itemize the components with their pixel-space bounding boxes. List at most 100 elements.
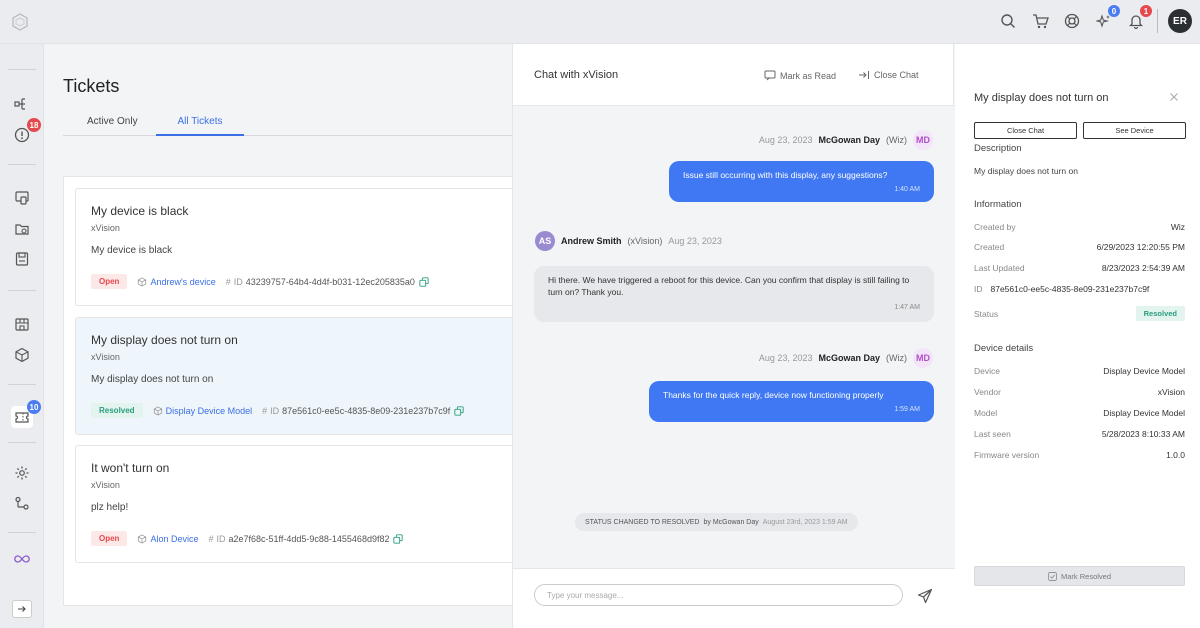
nav-divider xyxy=(8,384,36,385)
message-bubble-outgoing: Issue still occurring with this display,… xyxy=(669,161,934,202)
close-chat-button[interactable]: Close Chat xyxy=(858,70,919,80)
message-header: Aug 23, 2023 McGowan Day (Wiz) MD xyxy=(759,130,933,150)
copy-icon[interactable] xyxy=(419,276,429,287)
message-time: 1:47 AM xyxy=(894,303,920,311)
status-change-by: by McGowan Day xyxy=(703,518,759,526)
ticket-title: It won't turn on xyxy=(91,461,170,475)
id-label: ID xyxy=(216,533,226,544)
expand-nav-button[interactable] xyxy=(12,600,32,618)
id-value: 43239757-64b4-4d4f-b031-12ec205835a0 xyxy=(245,276,415,287)
device-link[interactable]: Display Device Model xyxy=(153,406,252,416)
bell-icon[interactable]: 1 xyxy=(1125,5,1152,32)
value: 8/23/2023 2:54:39 AM xyxy=(1101,263,1185,273)
ticket-card[interactable]: It won't turn on xVision plz help! Open … xyxy=(75,445,512,563)
package-icon[interactable] xyxy=(11,344,33,366)
device-name: Alon Device xyxy=(150,533,199,544)
description-heading: Description xyxy=(974,143,1022,154)
message-text: Issue still occurring with this display,… xyxy=(683,170,888,180)
mark-resolved-button[interactable]: Mark Resolved xyxy=(974,566,1185,586)
id-value: a2e7f68c-51ff-4dd5-9c88-1455468d9f82 xyxy=(228,533,390,544)
support-icon[interactable] xyxy=(1061,10,1083,32)
info-id: ID 87e561c0-ee5c-4835-8e09-231e237b7c9f xyxy=(974,284,1185,294)
mark-as-read-label: Mark as Read xyxy=(780,70,837,81)
user-avatar[interactable]: ER xyxy=(1168,9,1192,33)
ticket-card[interactable]: My device is black xVision My device is … xyxy=(75,188,512,306)
message-role: (xVision) xyxy=(627,236,663,246)
mark-resolved-label: Mark Resolved xyxy=(1060,571,1112,581)
copy-icon[interactable] xyxy=(393,533,404,544)
sparkle-badge: 0 xyxy=(1108,5,1120,17)
device-link[interactable]: Andrew's device xyxy=(137,276,216,287)
message-time: 1:59 AM xyxy=(894,406,920,413)
ticket-id: # ID a2e7f68c-51ff-4dd5-9c88-1455468d9f8… xyxy=(208,534,389,544)
folder-icon[interactable] xyxy=(11,218,33,240)
copy-icon[interactable] xyxy=(454,405,464,416)
mark-read-icon xyxy=(764,70,776,81)
ticket-description: My device is black xyxy=(91,245,173,256)
settings-icon[interactable] xyxy=(11,462,33,484)
nav-divider xyxy=(8,164,36,165)
cube-icon xyxy=(138,534,147,543)
mark-as-read-button[interactable]: Mark as Read xyxy=(764,70,836,81)
message-input[interactable] xyxy=(534,584,903,606)
logo-icon[interactable] xyxy=(10,12,30,32)
infinity-icon[interactable] xyxy=(11,548,33,570)
cube-icon xyxy=(153,406,162,415)
search-icon[interactable] xyxy=(997,10,1019,32)
details-title: My display does not turn on xyxy=(974,92,1109,104)
nav-divider xyxy=(8,442,36,443)
store-icon[interactable] xyxy=(11,313,33,335)
status-badge: Open xyxy=(91,531,128,546)
sparkle-icon[interactable]: 0 xyxy=(1093,5,1120,32)
info-last-updated: Last Updated 8/23/2023 2:54:39 AM xyxy=(974,263,1185,273)
close-chat-button[interactable]: Close Chat xyxy=(974,122,1077,139)
message-author: Andrew Smith xyxy=(561,236,622,246)
chat-title: Chat with xVision xyxy=(534,69,619,81)
cube-icon xyxy=(138,277,147,286)
status-badge: Open xyxy=(91,274,128,289)
tickets-icon[interactable]: 10 xyxy=(11,400,41,428)
alert-icon[interactable]: 18 xyxy=(11,118,41,146)
id-label: ID xyxy=(270,405,280,416)
tickets-pane: Tickets Active Only All Tickets My devic… xyxy=(44,44,512,628)
status-change-date: August 23rd, 2023 1:59 AM xyxy=(762,518,848,526)
information-heading: Information xyxy=(974,199,1022,210)
cart-icon[interactable] xyxy=(1029,10,1051,32)
message-date: Aug 23, 2023 xyxy=(668,236,722,246)
vendor-row: Vendor xVision xyxy=(974,387,1185,397)
divider xyxy=(1157,9,1158,33)
device-link[interactable]: Alon Device xyxy=(137,534,198,544)
ticket-card-selected[interactable]: My display does not turn on xVision My d… xyxy=(75,317,512,435)
device-name: Andrew's device xyxy=(150,276,216,287)
tab-all-tickets[interactable]: All Tickets xyxy=(156,116,244,136)
chat-pane: Chat with xVision Mark as Read Close Cha… xyxy=(512,44,955,628)
close-icon[interactable] xyxy=(1169,92,1179,102)
see-device-button[interactable]: See Device xyxy=(1083,122,1186,139)
device-row: Device Display Device Model xyxy=(974,366,1185,376)
save-icon[interactable] xyxy=(11,248,33,270)
ticket-id: # ID 87e561c0-ee5c-4835-8e09-231e237b7c9… xyxy=(262,406,450,416)
status-change-event: STATUS CHANGED TO RESOLVED by McGowan Da… xyxy=(575,513,858,531)
topology-icon[interactable] xyxy=(11,93,33,115)
value: Display Device Model xyxy=(1103,366,1185,376)
integrations-icon[interactable] xyxy=(11,493,33,515)
label: Device xyxy=(974,366,1000,376)
message-header: Aug 23, 2023 McGowan Day (Wiz) MD xyxy=(759,348,933,368)
message-time: 1:40 AM xyxy=(894,186,920,193)
arrow-right-bar-icon xyxy=(859,71,869,79)
status-badge: Resolved xyxy=(1135,306,1185,321)
send-icon[interactable] xyxy=(917,588,933,604)
ticket-list: My device is black xVision My device is … xyxy=(63,176,512,606)
close-chat-label: Close Chat xyxy=(874,70,919,80)
message-date: Aug 23, 2023 xyxy=(758,353,813,363)
message-bubble-incoming: Hi there. We have triggered a reboot for… xyxy=(534,266,934,322)
hash-icon: # xyxy=(262,405,268,416)
id-value: 87e561c0-ee5c-4835-8e09-231e237b7c9f xyxy=(282,405,451,416)
devices-icon[interactable] xyxy=(11,187,33,209)
hash-icon: # xyxy=(225,276,231,287)
ticket-title: My device is black xyxy=(91,204,189,218)
info-created-by: Created by Wiz xyxy=(974,222,1185,232)
top-bar: 0 1 ER xyxy=(0,0,1200,44)
tab-active-only[interactable]: Active Only xyxy=(87,116,138,136)
label: Created xyxy=(974,242,1005,252)
